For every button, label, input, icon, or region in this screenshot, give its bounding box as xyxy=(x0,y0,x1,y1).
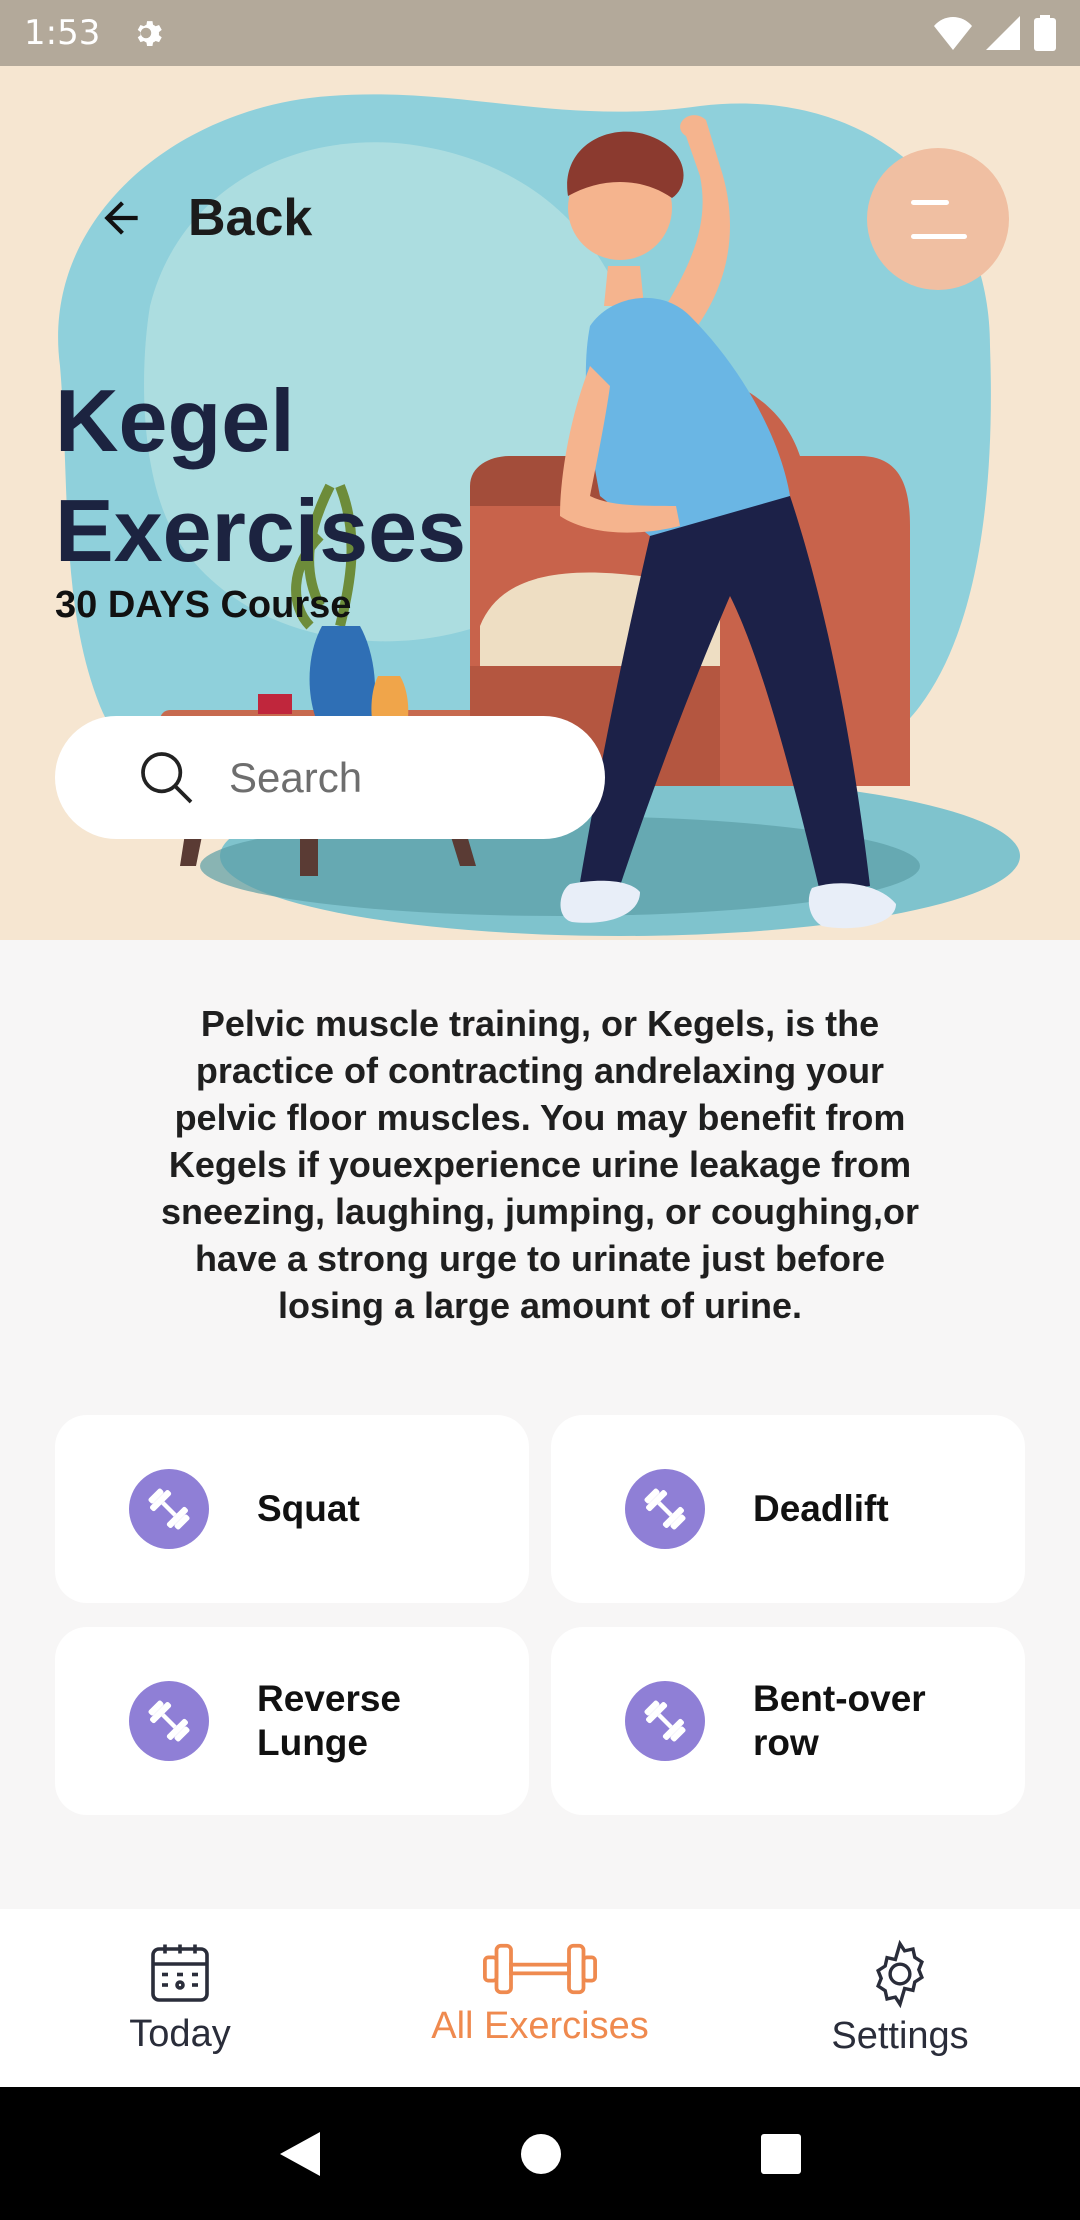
status-bar: 1:53 xyxy=(0,0,1080,66)
wifi-icon xyxy=(934,17,972,50)
course-description: Pelvic muscle training, or Kegels, is th… xyxy=(161,1003,919,1326)
dumbbell-icon xyxy=(129,1469,209,1549)
search-input[interactable] xyxy=(229,753,559,802)
gear-icon xyxy=(876,1939,924,2009)
dumbbell-icon xyxy=(129,1681,209,1761)
arrow-left-icon xyxy=(104,201,138,235)
exercise-card-reverse-lunge[interactable]: Reverse Lunge xyxy=(55,1627,529,1815)
exercise-label: Squat xyxy=(257,1488,360,1529)
menu-button[interactable] xyxy=(867,148,1009,290)
dumbbell-icon xyxy=(625,1469,705,1549)
dumbbell-icon xyxy=(483,1943,597,1995)
nav-label: All Exercises xyxy=(431,2005,649,2047)
back-button[interactable]: Back xyxy=(96,186,312,250)
exercise-card-bent-over-row[interactable]: Bent-over row xyxy=(551,1627,1025,1815)
nav-today[interactable]: Today xyxy=(0,1909,360,2087)
menu-icon xyxy=(911,200,949,205)
search-bar[interactable] xyxy=(55,716,605,839)
nav-label: Today xyxy=(129,2013,231,2055)
nav-settings[interactable]: Settings xyxy=(720,1909,1080,2087)
page-title: Kegel Exercises xyxy=(55,371,467,580)
nav-all-exercises[interactable]: All Exercises xyxy=(360,1909,720,2087)
system-navigation-bar xyxy=(0,2087,1080,2220)
status-time: 1:53 xyxy=(24,13,101,53)
battery-icon xyxy=(1034,15,1056,51)
hero-banner: Back Kegel Exercises 30 DAYS Course xyxy=(0,66,1080,940)
exercise-label: Deadlift xyxy=(753,1488,889,1529)
exercise-card-deadlift[interactable]: Deadlift xyxy=(551,1415,1025,1603)
search-icon xyxy=(141,751,193,803)
bottom-navigation: Today All Exercises Settings xyxy=(0,1909,1080,2087)
back-triangle-icon[interactable] xyxy=(278,2130,322,2178)
home-circle-icon[interactable] xyxy=(519,2132,563,2176)
back-label: Back xyxy=(188,189,313,247)
exercise-label: Reverse Lunge xyxy=(257,1678,402,1763)
calendar-icon xyxy=(151,1944,209,2002)
course-subtitle: 30 DAYS Course xyxy=(55,584,352,626)
signal-icon xyxy=(986,16,1020,50)
nav-label: Settings xyxy=(831,2015,969,2057)
menu-icon-bar xyxy=(911,234,967,239)
exercise-card-squat[interactable]: Squat xyxy=(55,1415,529,1603)
dumbbell-icon xyxy=(625,1681,705,1761)
settings-status-icon xyxy=(138,21,163,47)
exercise-label: Bent-over row xyxy=(753,1678,926,1763)
recents-square-icon[interactable] xyxy=(760,2133,802,2175)
